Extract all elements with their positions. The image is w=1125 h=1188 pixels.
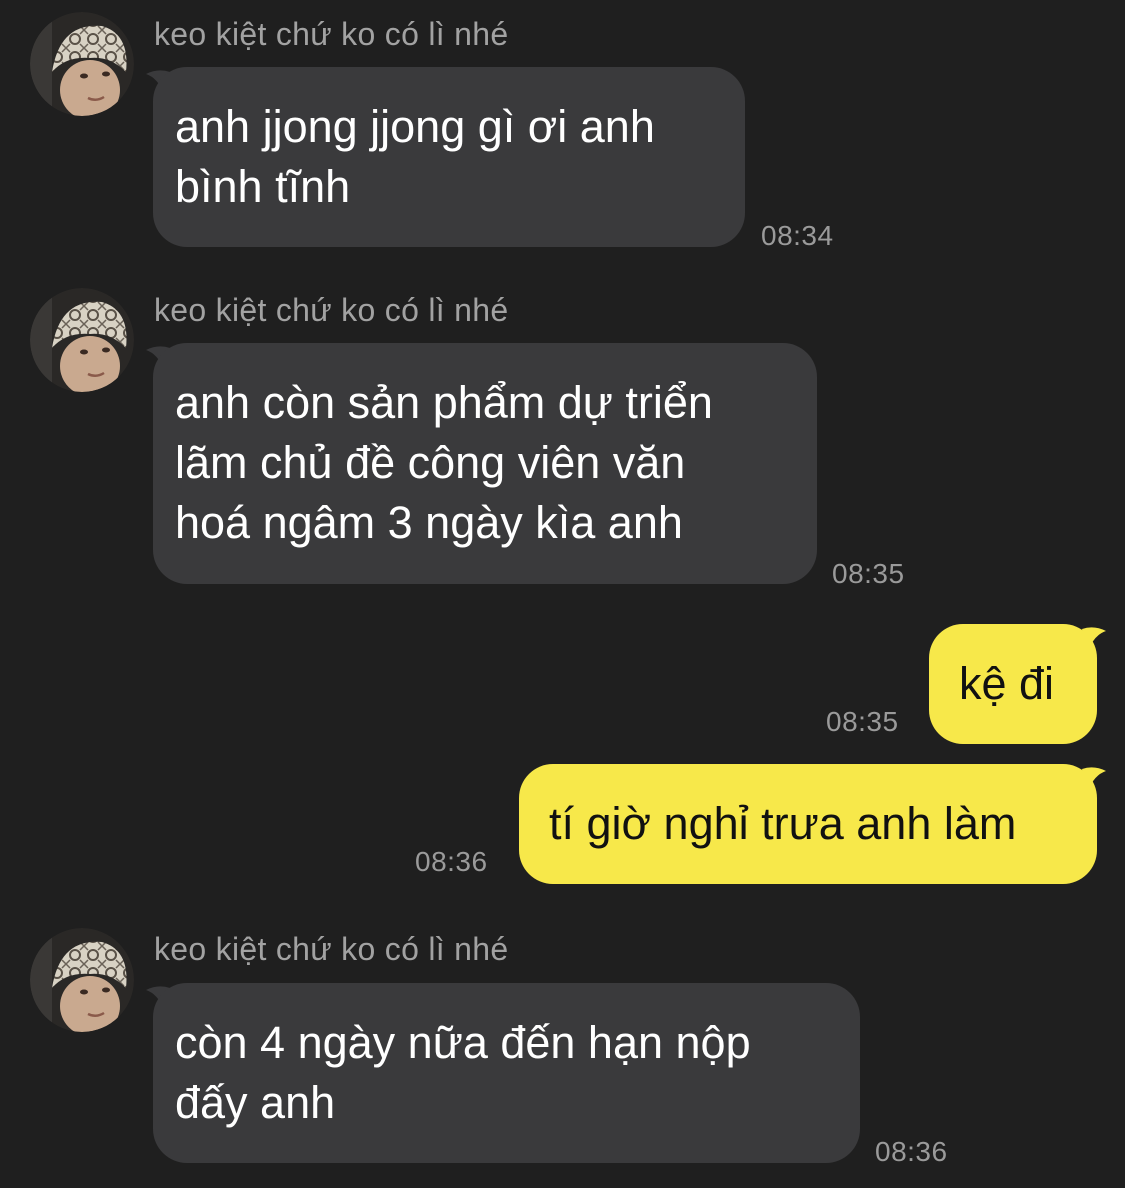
message-line: hoá ngâm 3 ngày kìa anh [175, 497, 683, 548]
sender-name: keo kiệt chứ ko có lì nhé [154, 931, 509, 967]
message-timestamp: 08:36 [875, 1136, 948, 1167]
message-line: kệ đi [959, 658, 1055, 709]
message-timestamp: 08:36 [415, 846, 488, 877]
profile-photo-avatar-icon [30, 12, 134, 116]
sender-avatar[interactable] [30, 12, 134, 116]
message-bubble-incoming[interactable]: anh còn sản phẩm dự triển lãm chủ đề côn… [153, 343, 817, 584]
message-timestamp: 08:35 [832, 558, 905, 589]
profile-photo-avatar-icon [30, 928, 134, 1032]
message-timestamp: 08:34 [761, 220, 834, 251]
bubble-tail [1082, 767, 1106, 791]
sender-avatar[interactable] [30, 928, 134, 1032]
message-timestamp: 08:35 [826, 706, 899, 737]
message-line: anh jjong jjong gì ơi anh [175, 101, 655, 152]
message-line: tí giờ nghỉ trưa anh làm [549, 798, 1017, 849]
message-line: đấy anh [175, 1077, 336, 1128]
sender-name: keo kiệt chứ ko có lì nhé [154, 16, 509, 52]
sender-name: keo kiệt chứ ko có lì nhé [154, 292, 509, 328]
profile-photo-avatar-icon [30, 288, 134, 392]
message-line: bình tĩnh [175, 161, 351, 212]
bubble-tail [1082, 627, 1106, 651]
message-bubble-outgoing[interactable]: kệ đi [929, 624, 1097, 744]
message-bubble-incoming[interactable]: còn 4 ngày nữa đến hạn nộp đấy anh [153, 983, 860, 1163]
message-bubble-outgoing[interactable]: tí giờ nghỉ trưa anh làm [519, 764, 1097, 884]
message-bubble-incoming[interactable]: anh jjong jjong gì ơi anh bình tĩnh [153, 67, 745, 247]
sender-avatar[interactable] [30, 288, 134, 392]
message-line: lãm chủ đề công viên văn [175, 437, 686, 488]
message-line: anh còn sản phẩm dự triển [175, 377, 713, 428]
message-line: còn 4 ngày nữa đến hạn nộp [175, 1017, 751, 1068]
